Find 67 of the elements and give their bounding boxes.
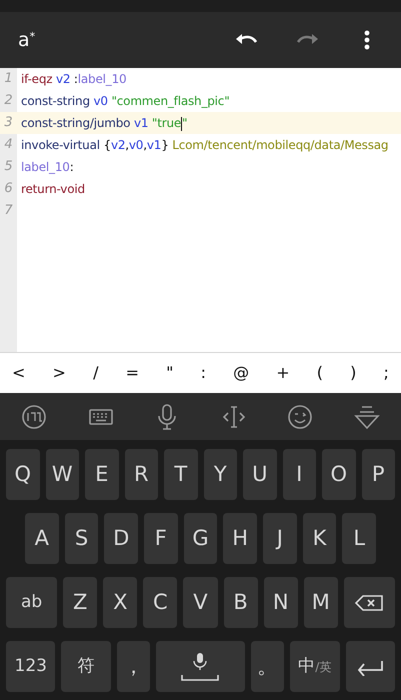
keyboard-key[interactable]: 中/英 bbox=[290, 641, 340, 692]
line-number: 4 bbox=[3, 136, 14, 154]
keyboard-key[interactable]: R bbox=[124, 449, 158, 500]
input-method-logo-icon[interactable] bbox=[20, 402, 48, 430]
line-number: 5 bbox=[3, 158, 14, 176]
line-number: 3 bbox=[3, 114, 14, 132]
keyboard-key[interactable]: Q bbox=[6, 449, 40, 500]
keyboard-key[interactable]: O bbox=[322, 449, 356, 500]
keyboard-key[interactable]: P bbox=[362, 449, 395, 500]
symbol-key[interactable]: < bbox=[6, 359, 32, 387]
keyboard-key[interactable]: 符 bbox=[61, 641, 111, 692]
symbol-key[interactable]: : bbox=[194, 359, 212, 387]
keyboard-key[interactable]: M bbox=[304, 577, 338, 628]
keyboard-key[interactable]: U bbox=[243, 449, 276, 500]
code-line: if-eqz v2 :label_10 bbox=[20, 71, 126, 88]
keyboard-key[interactable]: X bbox=[103, 577, 138, 628]
keyboard-key[interactable]: V bbox=[183, 577, 218, 628]
keyboard-key[interactable]: E bbox=[85, 449, 118, 500]
symbol-key[interactable]: / bbox=[87, 359, 104, 387]
keyboard-key[interactable]: L bbox=[342, 513, 376, 564]
backspace-icon bbox=[354, 594, 384, 612]
keyboard-key[interactable]: G bbox=[184, 513, 218, 564]
code-line: const-string v0 "commen_flash_pic" bbox=[20, 93, 230, 110]
line-number: 6 bbox=[3, 180, 14, 198]
line-number: 7 bbox=[3, 202, 14, 220]
keyboard-key[interactable]: D bbox=[104, 513, 138, 564]
symbol-key[interactable]: ; bbox=[378, 359, 395, 387]
keyboard-key[interactable]: I bbox=[282, 449, 316, 500]
keyboard-key[interactable]: ab bbox=[6, 577, 58, 628]
smiley-icon[interactable] bbox=[286, 402, 314, 430]
symbol-key[interactable]: " bbox=[160, 359, 180, 387]
symbol-key[interactable]: ) bbox=[344, 359, 362, 387]
code-line: return-void bbox=[20, 181, 85, 198]
code-line: invoke-virtual {v2,v0,v1} Lcom/tencent/mobileqq/data/Messag bbox=[20, 137, 388, 154]
keyboard-key[interactable]: S bbox=[64, 513, 98, 564]
file-title: a$^{*}$ bbox=[18, 30, 36, 50]
keyboard-key[interactable]: N bbox=[264, 577, 298, 628]
keyboard-key[interactable]: ， bbox=[116, 641, 150, 692]
keyboard-key[interactable]: H bbox=[223, 513, 258, 564]
keyboard-key[interactable]: 123 bbox=[6, 641, 56, 692]
keyboard-key[interactable]: T bbox=[164, 449, 198, 500]
keyboard-key[interactable]: J bbox=[263, 513, 297, 564]
keyboard-key[interactable]: K bbox=[302, 513, 336, 564]
symbol-key[interactable]: @ bbox=[227, 359, 256, 387]
symbol-key[interactable]: > bbox=[46, 359, 72, 387]
keyboard-key[interactable]: W bbox=[46, 449, 79, 500]
enter-key[interactable] bbox=[346, 641, 395, 692]
keyboard-key[interactable]: A bbox=[25, 513, 59, 564]
symbol-key[interactable]: + bbox=[270, 359, 296, 387]
keyboard-key[interactable]: C bbox=[143, 577, 178, 628]
keyboard-key[interactable]: Z bbox=[63, 577, 98, 628]
keyboard-key[interactable]: B bbox=[224, 577, 258, 628]
code-editor[interactable]: 1 if-eqz v2 :label_10 2 const-string v0 "commen_flash_pic" 3 const-string/jumbo v1 "true" 4 invoke-virtual {v2,v0,v1} Lcom/tencent/mobileqq/data/Messag 5 label_10: 6 return-void 7 bbox=[0, 68, 401, 352]
symbol-key[interactable]: ( bbox=[310, 359, 330, 387]
text-cursor bbox=[181, 116, 182, 131]
more-icon bbox=[364, 30, 370, 50]
keyboard-key[interactable]: 。 bbox=[251, 641, 284, 692]
line-number: 1 bbox=[3, 70, 14, 88]
line-number: 2 bbox=[3, 92, 14, 110]
backspace-key[interactable] bbox=[344, 577, 395, 628]
keyboard-key[interactable]: Y bbox=[204, 449, 237, 500]
space-key[interactable] bbox=[156, 641, 246, 692]
code-line: label_10: bbox=[20, 159, 74, 176]
keyboard-key[interactable]: F bbox=[144, 513, 178, 564]
space-mic-icon bbox=[180, 652, 220, 682]
code-line: const-string/jumbo v1 "true" bbox=[20, 115, 188, 132]
symbol-key[interactable]: = bbox=[120, 359, 145, 387]
